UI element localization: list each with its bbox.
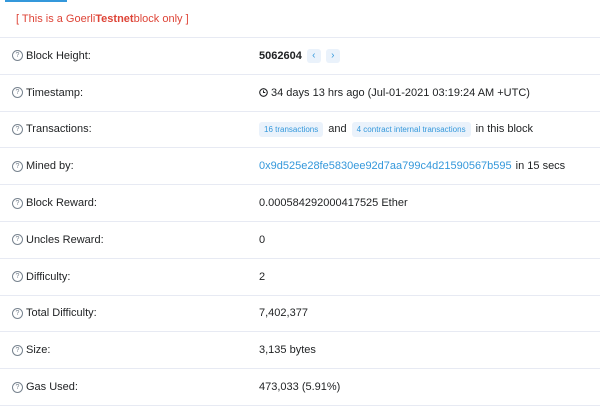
size-value: 3,135 bytes xyxy=(259,344,316,357)
block-reward-value-group: 0.000584292000417525 Ether xyxy=(259,197,408,209)
size-value-group: 3,135 bytes xyxy=(259,344,316,356)
timestamp-value-group: 34 days 13 hrs ago (Jul-01-2021 03:19:24… xyxy=(259,87,530,99)
timestamp-label: Timestamp: xyxy=(26,86,84,99)
clock-icon xyxy=(259,88,268,98)
chevron-right-icon: › xyxy=(331,50,335,62)
row-total-difficulty: ? Total Difficulty: 7,402,377 xyxy=(0,296,600,333)
chevron-left-icon: ‹ xyxy=(312,50,316,62)
help-icon[interactable]: ? xyxy=(12,50,23,62)
transactions-suffix: in this block xyxy=(475,123,534,136)
help-icon[interactable]: ? xyxy=(12,344,23,356)
mined-by-value-group: 0x9d525e28fe5830ee92d7aa799c4d21590567b5… xyxy=(259,160,565,172)
help-icon[interactable]: ? xyxy=(12,307,23,319)
transactions-label: Transactions: xyxy=(26,123,92,136)
prev-block-button[interactable]: ‹ xyxy=(306,48,321,63)
size-label-group: ? Size: xyxy=(12,344,50,356)
difficulty-value: 2 xyxy=(259,270,266,283)
mined-by-label-group: ? Mined by: xyxy=(12,160,74,172)
difficulty-value-group: 2 xyxy=(259,271,265,283)
size-label: Size: xyxy=(26,344,51,357)
uncles-reward-label-group: ? Uncles Reward: xyxy=(12,234,104,246)
uncles-reward-value-group: 0 xyxy=(259,234,265,246)
gas-used-label-group: ? Gas Used: xyxy=(12,381,78,393)
row-mined-by: ? Mined by: 0x9d525e28fe5830ee92d7aa799c… xyxy=(0,148,600,186)
help-icon[interactable]: ? xyxy=(12,160,23,172)
total-difficulty-value-group: 7,402,377 xyxy=(259,307,308,319)
miner-address-link[interactable]: 0x9d525e28fe5830ee92d7aa799c4d21590567b5… xyxy=(259,160,512,172)
help-icon[interactable]: ? xyxy=(12,87,23,99)
block-reward-label-group: ? Block Reward: xyxy=(12,197,97,209)
difficulty-label-group: ? Difficulty: xyxy=(12,271,70,283)
mined-by-label: Mined by: xyxy=(26,160,74,173)
block-height-value: 5062604 xyxy=(259,49,302,62)
timestamp-label-group: ? Timestamp: xyxy=(12,87,83,99)
help-icon[interactable]: ? xyxy=(12,381,23,393)
row-size: ? Size: 3,135 bytes xyxy=(0,332,600,370)
transactions-and-text: and xyxy=(328,123,347,136)
uncles-reward-value: 0 xyxy=(259,233,266,246)
block-height-label: Block Height: xyxy=(26,49,91,62)
next-block-button[interactable]: › xyxy=(325,48,340,63)
block-reward-label: Block Reward: xyxy=(26,197,97,210)
total-difficulty-label-group: ? Total Difficulty: xyxy=(12,307,97,319)
timestamp-value: 34 days 13 hrs ago (Jul-01-2021 03:19:24… xyxy=(271,86,530,99)
row-uncles-reward: ? Uncles Reward: 0 xyxy=(0,222,600,259)
gas-used-value: 473,033 (5.91%) xyxy=(259,381,341,394)
transactions-count-link[interactable]: 16 transactions xyxy=(259,121,324,137)
difficulty-label: Difficulty: xyxy=(26,270,71,283)
help-icon[interactable]: ? xyxy=(12,197,23,209)
gas-used-label: Gas Used: xyxy=(26,381,78,394)
total-difficulty-label: Total Difficulty: xyxy=(26,307,97,320)
banner-highlight: Testnet xyxy=(95,12,134,25)
row-block-height: ? Block Height: 5062604 ‹ › xyxy=(0,38,600,75)
testnet-banner: [ This is a Goerli Testnet block only ] xyxy=(0,0,600,38)
row-gas-used: ? Gas Used: 473,033 (5.91%) xyxy=(0,369,600,406)
transactions-value-group: 16 transactions and 4 contract internal … xyxy=(259,121,538,137)
mined-by-duration: in 15 secs xyxy=(515,160,566,173)
uncles-reward-label: Uncles Reward: xyxy=(26,233,104,246)
banner-prefix: [ This is a Goerli xyxy=(16,12,96,25)
transactions-label-group: ? Transactions: xyxy=(12,123,92,135)
internal-transactions-link[interactable]: 4 contract internal transactions xyxy=(351,121,471,137)
help-icon[interactable]: ? xyxy=(12,271,23,283)
row-timestamp: ? Timestamp: 34 days 13 hrs ago (Jul-01-… xyxy=(0,75,600,112)
help-icon[interactable]: ? xyxy=(12,123,23,135)
block-reward-value: 0.000584292000417525 Ether xyxy=(259,197,408,210)
help-icon[interactable]: ? xyxy=(12,234,23,246)
block-height-label-group: ? Block Height: xyxy=(12,50,91,62)
row-transactions: ? Transactions: 16 transactions and 4 co… xyxy=(0,112,600,149)
banner-suffix: block only ] xyxy=(133,12,189,25)
block-height-value-group: 5062604 ‹ › xyxy=(259,48,340,63)
total-difficulty-value: 7,402,377 xyxy=(259,307,308,320)
row-block-reward: ? Block Reward: 0.000584292000417525 Eth… xyxy=(0,185,600,222)
active-tab-indicator xyxy=(5,0,67,2)
gas-used-value-group: 473,033 (5.91%) xyxy=(259,381,340,393)
row-difficulty: ? Difficulty: 2 xyxy=(0,259,600,296)
